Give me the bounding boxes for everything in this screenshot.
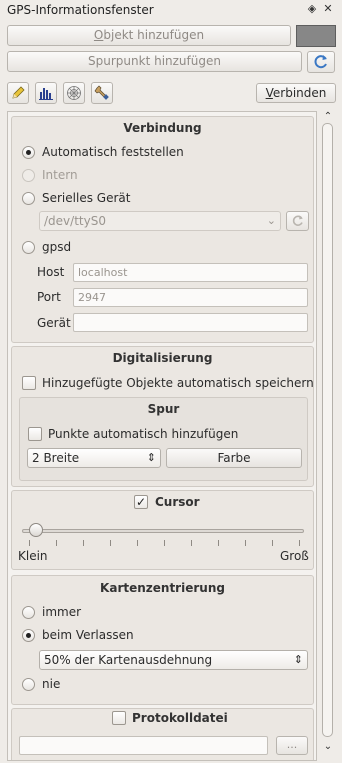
window-title: GPS-Informationsfenster [7, 3, 154, 17]
log-file-path-field[interactable] [19, 736, 268, 755]
track-width-value: 2 Breite [32, 451, 80, 465]
refresh-icon [292, 215, 303, 226]
serial-device-radio[interactable] [22, 192, 35, 205]
center-never-label: nie [42, 677, 61, 691]
center-on-leave-radio[interactable] [22, 629, 35, 642]
digitizing-title: Digitalisierung [112, 351, 213, 365]
slider-tick [218, 540, 219, 546]
auto-add-points-label: Punkte automatisch hinzufügen [48, 427, 239, 441]
options-scroll-area[interactable]: Verbindung Automatisch feststellen Inter… [7, 111, 317, 761]
pencil-icon [12, 86, 25, 99]
add-feature-mnemonic: O [93, 28, 104, 42]
host-label: Host [37, 265, 65, 279]
bar-chart-icon [39, 88, 53, 100]
connect-button[interactable]: Verbinden [256, 83, 336, 103]
log-file-browse-button[interactable]: ... [276, 736, 308, 755]
slider-tick [164, 540, 165, 546]
log-file-checkbox[interactable] [112, 711, 126, 725]
refresh-button[interactable] [307, 51, 335, 73]
slider-tick [56, 540, 57, 546]
map-extent-value: 50% der Kartenausdehnung [44, 653, 213, 667]
serial-port-select[interactable]: /dev/ttyS0 ⌄ [39, 211, 281, 231]
spin-arrows-icon: ⇕ [293, 653, 303, 666]
close-icon[interactable]: ✕ [321, 2, 335, 16]
port-field[interactable]: 2947 [73, 288, 308, 307]
center-on-leave-label: beim Verlassen [42, 628, 134, 642]
map-centering-title: Kartenzentrierung [100, 581, 225, 595]
center-never-radio[interactable] [22, 678, 35, 691]
track-color-swatch[interactable] [296, 25, 336, 47]
wrench-icon [94, 85, 109, 100]
device-label: Gerät [37, 316, 71, 330]
internal-radio[interactable] [22, 169, 35, 182]
cursor-size-slider[interactable] [22, 529, 304, 533]
slider-tick [110, 540, 111, 546]
slider-tick [245, 540, 246, 546]
map-extent-spinbox[interactable]: 50% der Kartenausdehnung ⇕ [39, 650, 308, 670]
vertical-scrollbar[interactable]: ⌃ ⌄ [321, 111, 335, 761]
spin-arrows-icon: ⇕ [146, 451, 156, 464]
refresh-icon [314, 55, 327, 69]
chevron-down-icon: ⌄ [266, 214, 276, 227]
autosave-label: Hinzugefügte Objekte automatisch speiche… [42, 376, 314, 390]
internal-label: Intern [42, 168, 78, 182]
add-feature-label-rest: bjekt hinzufügen [103, 28, 205, 42]
center-always-radio[interactable] [22, 606, 35, 619]
log-file-title: Protokolldatei [132, 711, 228, 725]
polar-grid-icon [67, 86, 81, 100]
cursor-max-label: Groß [280, 549, 309, 563]
scrollbar-track[interactable] [322, 123, 333, 737]
connect-mnemonic: V [265, 86, 273, 100]
center-always-label: immer [42, 605, 82, 619]
add-feature-button[interactable]: Objekt hinzufügen [7, 25, 291, 46]
cursor-size-slider-handle[interactable] [29, 523, 43, 537]
track-color-button[interactable]: Farbe [166, 448, 302, 468]
chevron-up-icon[interactable]: ⌃ [322, 111, 334, 122]
cursor-title: Cursor [155, 495, 200, 509]
cursor-min-label: Klein [18, 549, 48, 563]
port-label: Port [37, 290, 61, 304]
signal-tool-button[interactable] [35, 82, 57, 104]
slider-tick [272, 540, 273, 546]
serial-device-label: Serielles Gerät [42, 191, 131, 205]
connection-title: Verbindung [123, 121, 202, 135]
add-vertex-button[interactable]: Spurpunkt hinzufügen [7, 51, 302, 72]
autosave-checkbox[interactable] [22, 376, 36, 390]
gpsd-label: gpsd [42, 240, 72, 254]
float-icon[interactable]: ◈ [305, 2, 319, 16]
cursor-checkbox[interactable]: ✓ [134, 495, 148, 509]
slider-tick [191, 540, 192, 546]
slider-tick [83, 540, 84, 546]
refresh-ports-button[interactable] [286, 211, 309, 231]
satellite-tool-button[interactable] [63, 82, 85, 104]
chevron-down-icon[interactable]: ⌄ [322, 741, 334, 752]
serial-port-value: /dev/ttyS0 [44, 214, 106, 228]
auto-detect-radio[interactable] [22, 146, 35, 159]
options-tool-button[interactable] [91, 82, 113, 104]
gpsd-radio[interactable] [22, 241, 35, 254]
slider-tick [29, 540, 30, 546]
host-field[interactable]: localhost [73, 263, 308, 282]
auto-detect-label: Automatisch feststellen [42, 145, 184, 159]
position-tool-button[interactable] [7, 82, 29, 104]
slider-tick [299, 540, 300, 546]
auto-add-points-checkbox[interactable] [28, 427, 42, 441]
slider-tick [137, 540, 138, 546]
device-field[interactable] [73, 313, 308, 332]
track-title: Spur [147, 402, 180, 416]
track-width-spinbox[interactable]: 2 Breite ⇕ [27, 448, 161, 468]
connect-label-rest: erbinden [272, 86, 327, 100]
